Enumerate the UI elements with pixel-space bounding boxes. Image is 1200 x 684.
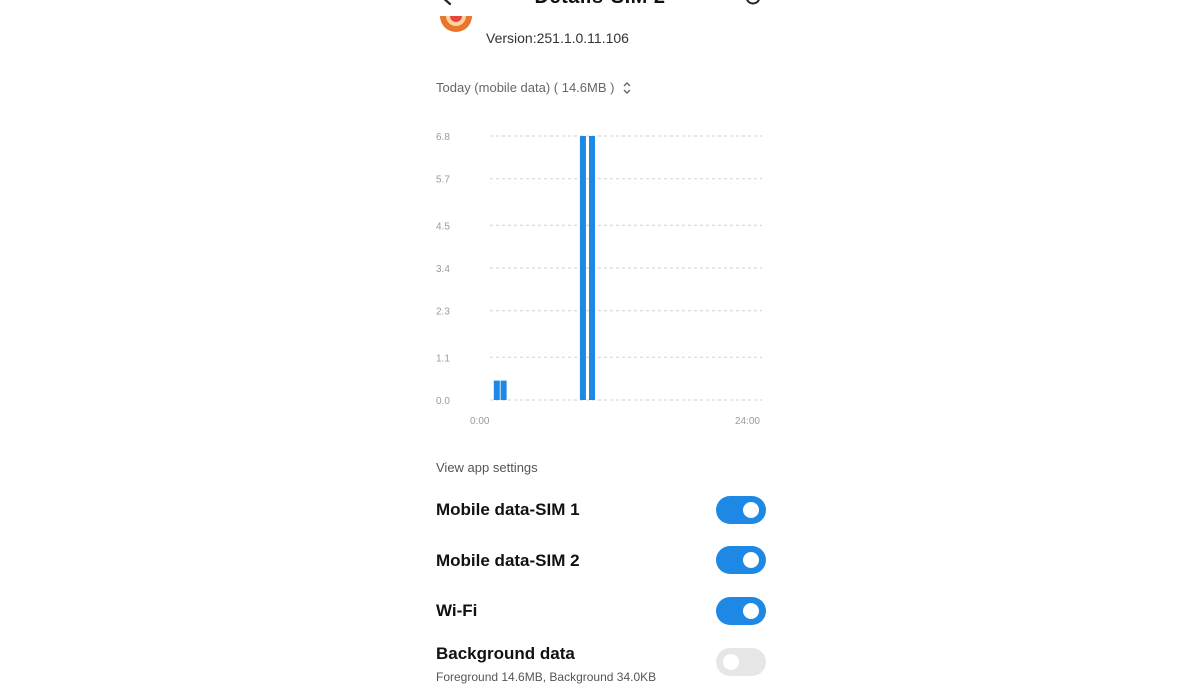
usage-chart: 0.0 1.1 2.3 3.4 4.5 5.7 6.8 0:00 24:00 bbox=[436, 132, 762, 427]
x-tick-label: 24:00 bbox=[735, 416, 760, 427]
chart-bar bbox=[493, 380, 500, 400]
setting-label: Mobile data-SIM 2 bbox=[436, 551, 580, 570]
setting-sublabel: Foreground 14.6MB, Background 34.0KB bbox=[436, 670, 657, 684]
usage-period-label: Today (mobile data) ( 14.6MB ) bbox=[436, 80, 615, 95]
gear-icon[interactable] bbox=[744, 0, 762, 6]
mobile-data-sim1-toggle[interactable] bbox=[716, 496, 766, 524]
usage-period-selector[interactable]: Today (mobile data) ( 14.6MB ) bbox=[436, 80, 632, 95]
y-tick-label: 0.0 bbox=[436, 396, 450, 407]
toggle-knob bbox=[743, 603, 759, 619]
toggle-knob bbox=[723, 654, 739, 670]
x-tick-label: 0:00 bbox=[470, 416, 490, 427]
updown-chevron-icon bbox=[623, 81, 631, 94]
page-title: Details-SIM 2 bbox=[0, 0, 1200, 9]
y-tick-label: 4.5 bbox=[436, 221, 450, 232]
y-tick-label: 6.8 bbox=[436, 132, 450, 143]
setting-row-background-data[interactable]: Background data Foreground 14.6MB, Backg… bbox=[436, 642, 766, 684]
y-tick-label: 5.7 bbox=[436, 175, 450, 186]
y-tick-label: 2.3 bbox=[436, 307, 450, 318]
chart-bar bbox=[579, 136, 586, 400]
mobile-data-sim2-toggle[interactable] bbox=[716, 546, 766, 574]
toggle-knob bbox=[743, 552, 759, 568]
setting-label: Background data bbox=[436, 644, 575, 663]
setting-row-mobile-data-sim1[interactable]: Mobile data-SIM 1 bbox=[436, 496, 766, 536]
y-tick-label: 3.4 bbox=[436, 264, 450, 275]
background-data-toggle[interactable] bbox=[716, 648, 766, 676]
y-tick-label: 1.1 bbox=[436, 353, 450, 364]
app-icon bbox=[440, 16, 472, 32]
toggle-knob bbox=[743, 502, 759, 518]
setting-row-wifi[interactable]: Wi-Fi bbox=[436, 597, 766, 637]
wifi-toggle[interactable] bbox=[716, 597, 766, 625]
setting-row-mobile-data-sim2[interactable]: Mobile data-SIM 2 bbox=[436, 546, 766, 586]
setting-label: Wi-Fi bbox=[436, 601, 478, 620]
app-version: Version:251.1.0.11.106 bbox=[486, 30, 629, 46]
chart-bar bbox=[500, 380, 507, 400]
setting-label: Mobile data-SIM 1 bbox=[436, 500, 580, 519]
settings-heading: View app settings bbox=[436, 460, 538, 475]
chart-bar bbox=[589, 136, 595, 400]
